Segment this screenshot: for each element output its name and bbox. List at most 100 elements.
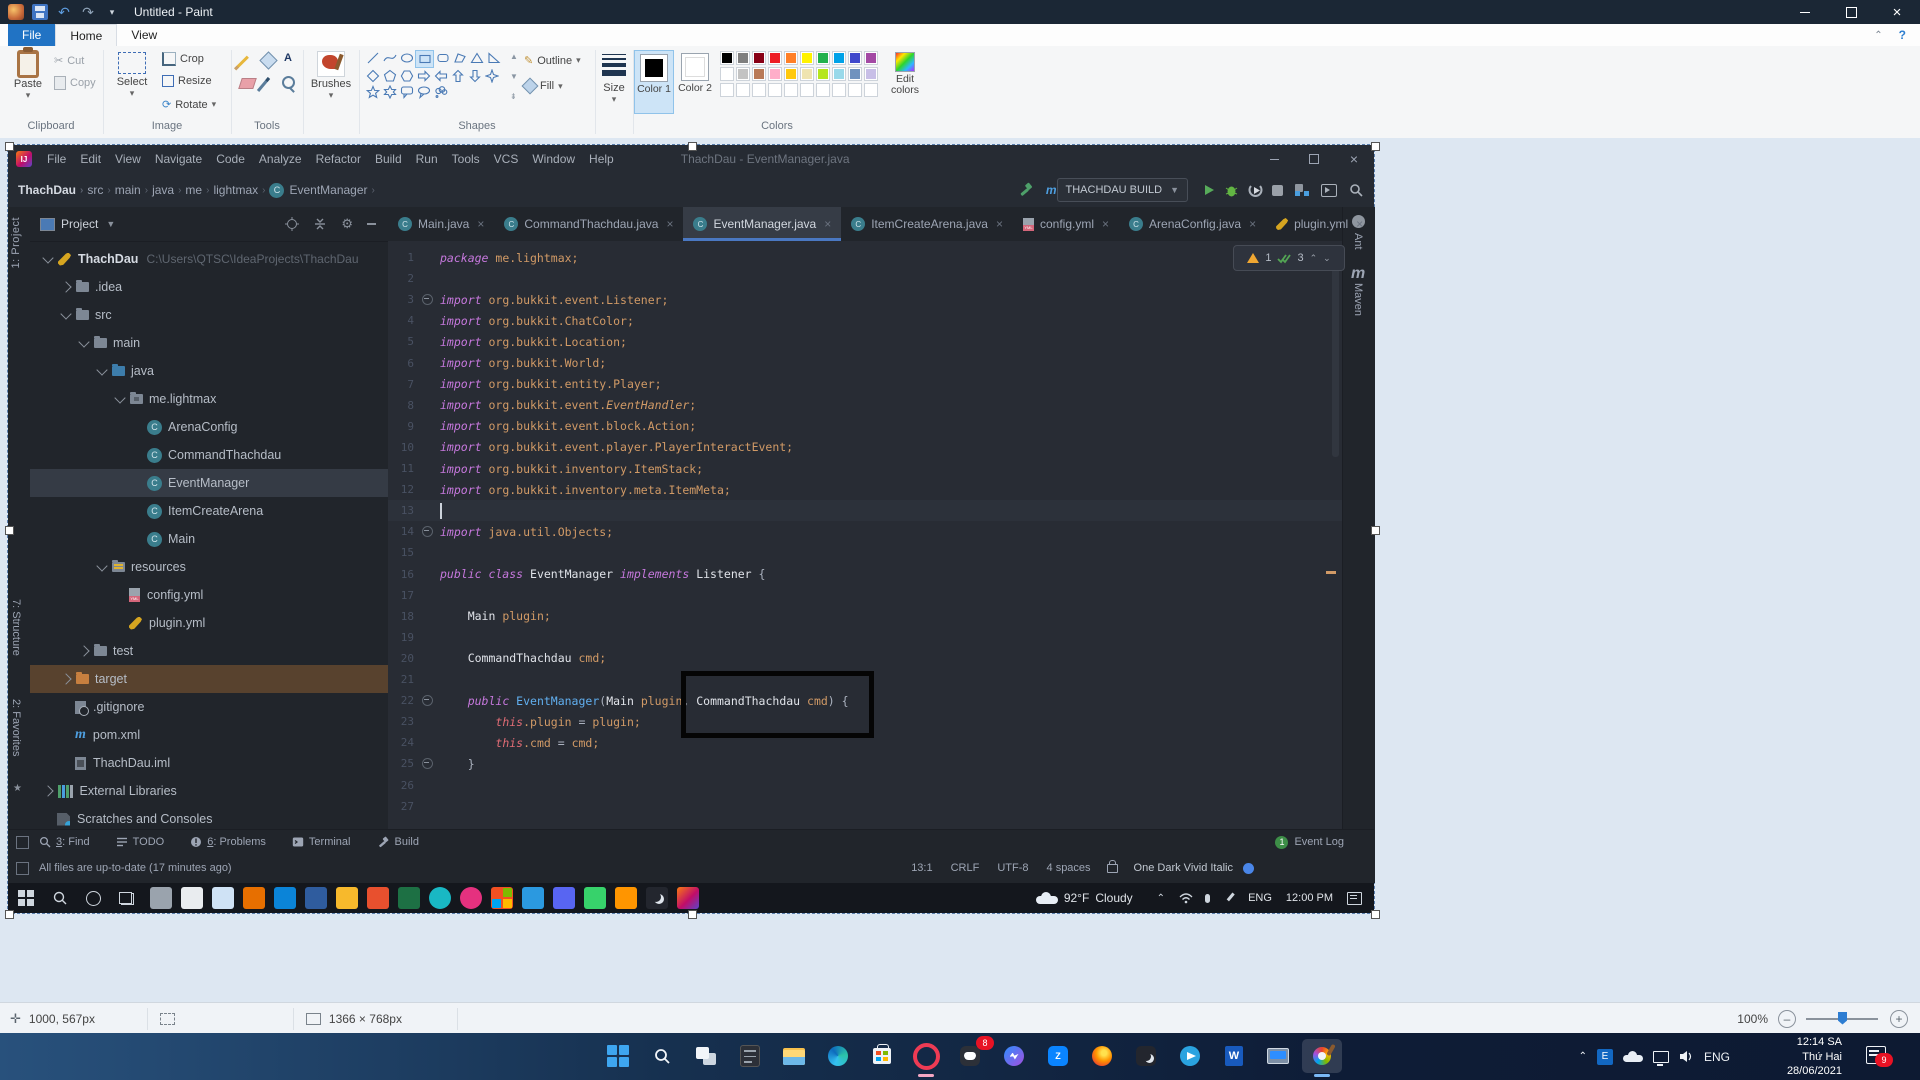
palette-color-#7092be[interactable] [848,67,862,81]
search-button[interactable] [642,1039,682,1073]
file-explorer[interactable] [774,1039,814,1073]
selection-handle[interactable] [1371,526,1380,535]
crop-button[interactable]: Crop [162,52,204,66]
shape-arrow-left-icon[interactable] [432,68,449,84]
editor-tab-ArenaConfig.java[interactable]: CArenaConfig.java× [1119,207,1266,241]
telegram-app[interactable] [1170,1039,1210,1073]
code-line-16[interactable]: 16public class EventManager implements L… [388,564,1342,585]
menu-edit[interactable]: Edit [73,152,108,166]
editor-tab-Main.java[interactable]: CMain.java× [388,207,494,241]
paint-maximize-button[interactable] [1828,0,1874,24]
document-app-icon[interactable] [150,887,172,909]
palette-color-#22b14c[interactable] [816,51,830,65]
menu-tools[interactable]: Tools [445,152,487,166]
shape-pentagon-icon[interactable] [381,68,398,84]
editor-tab-config.yml[interactable]: YMLconfig.yml× [1013,207,1119,241]
palette-empty-slot[interactable] [784,83,798,97]
ide-close-button[interactable]: × [1334,145,1374,173]
selection-handle[interactable] [688,910,697,919]
selection-handle[interactable] [1371,142,1380,151]
edge-browser[interactable] [818,1039,858,1073]
code-line-10[interactable]: 10import org.bukkit.event.player.PlayerI… [388,437,1342,458]
messenger-app[interactable] [994,1039,1034,1073]
screenshot-start-button[interactable] [18,890,34,906]
inspections-widget[interactable]: 1 3 ⌃ ⌄ [1233,245,1345,271]
run-icon[interactable] [1202,183,1216,197]
shape-triangle-icon[interactable] [468,50,485,66]
breadcrumb-item-src[interactable]: src› [87,183,114,197]
vcs-sync-status[interactable]: All files are up-to-date (17 minutes ago… [39,862,232,874]
chevron-down-icon[interactable] [96,364,107,375]
color2-button[interactable]: Color 2 [676,50,714,112]
chevron-down-icon[interactable] [96,560,107,571]
brushes-button[interactable]: Brushes▾ [308,50,354,101]
shape-ellipse-icon[interactable] [398,50,415,66]
theme-color-dot[interactable] [1243,863,1254,874]
breadcrumb-item-ThachDau[interactable]: ThachDau› [18,183,87,197]
pasted-screenshot[interactable]: IJ FileEditViewNavigateCodeAnalyzeRefact… [8,145,1374,913]
tab-close-icon[interactable]: × [1356,217,1363,231]
palette-empty-slot[interactable] [864,83,878,97]
palette-empty-slot[interactable] [720,83,734,97]
tool-window-3-find[interactable]: 3: Find [39,836,90,848]
paint-minimize-button[interactable] [1782,0,1828,24]
code-line-15[interactable]: 15 [388,542,1342,563]
menu-run[interactable]: Run [409,152,445,166]
palette-color-#ffaec9[interactable] [768,67,782,81]
code-line-7[interactable]: 7import org.bukkit.entity.Player; [388,374,1342,395]
palette-color-#efe4b0[interactable] [800,67,814,81]
network-icon[interactable] [1653,1051,1669,1063]
fold-marker-icon[interactable] [422,294,433,305]
whatsapp-app-icon[interactable] [584,887,606,909]
color-picker-tool[interactable] [262,76,265,93]
lock-icon[interactable] [1107,864,1118,873]
action-center-icon[interactable] [1347,892,1362,905]
volume-icon[interactable] [1679,1050,1694,1063]
tree-row-.idea[interactable]: .idea [30,273,420,301]
palette-color-#3f48cc[interactable] [848,51,862,65]
build-hammer-icon[interactable] [1018,182,1034,198]
palette-color-#ffffff[interactable] [720,67,734,81]
palette-color-#00a2e8[interactable] [832,51,846,65]
screenshot-search-icon[interactable] [52,890,68,906]
help-icon[interactable]: ? [1899,28,1906,42]
line-separator[interactable]: CRLF [951,862,980,874]
taskbar-clock[interactable]: 12:14 SA Thứ Hai 28/06/2021 [1787,1035,1842,1079]
prev-problem-icon[interactable]: ⌃ [1310,253,1318,264]
menu-build[interactable]: Build [368,152,409,166]
palette-color-#7f7f7f[interactable] [736,51,750,65]
onedrive-icon[interactable] [1623,1051,1643,1062]
chevron-down-icon[interactable] [42,252,53,263]
tree-row-src[interactable]: src [30,301,420,329]
java-app-icon[interactable] [243,887,265,909]
select-button[interactable]: Select▾ [110,50,154,99]
task-view-button[interactable] [686,1039,726,1073]
weather-widget[interactable]: 92°F Cloudy [1036,891,1133,905]
shape-star-6-icon[interactable] [381,84,398,100]
code-line-11[interactable]: 11import org.bukkit.inventory.ItemStack; [388,458,1342,479]
undo-icon[interactable]: ↶ [56,4,72,20]
code-line-14[interactable]: 14import java.util.Objects; [388,521,1342,542]
microsoft-app-icon[interactable] [491,887,513,909]
code-line-19[interactable]: 19 [388,627,1342,648]
shapes-more-icon[interactable]: ⇟ [510,92,517,101]
palette-color-#c8bfe7[interactable] [864,67,878,81]
code-line-1[interactable]: 1package me.lightmax; [388,247,1342,268]
palette-color-#99d9ea[interactable] [832,67,846,81]
statusbar-access-icon[interactable] [16,862,29,875]
text-tool[interactable]: A [284,52,292,64]
start-button[interactable] [598,1039,638,1073]
chevron-down-icon[interactable] [114,392,125,403]
tab-view[interactable]: View [117,24,171,46]
pencil-tool[interactable] [240,54,254,68]
menu-window[interactable]: Window [525,152,582,166]
remote-desktop-app[interactable] [1258,1039,1298,1073]
pen-icon[interactable] [1224,892,1236,904]
selection-handle[interactable] [5,910,14,919]
zalo-app[interactable]: Z [1038,1039,1078,1073]
ime-icon[interactable]: E [1597,1049,1613,1065]
shape-star-4-icon[interactable] [483,68,500,84]
editor-tab-plugin.yml[interactable]: plugin.yml× [1266,207,1373,241]
chevron-right-icon[interactable] [42,785,53,796]
edit-colors-button[interactable]: Edit colors [890,50,920,96]
